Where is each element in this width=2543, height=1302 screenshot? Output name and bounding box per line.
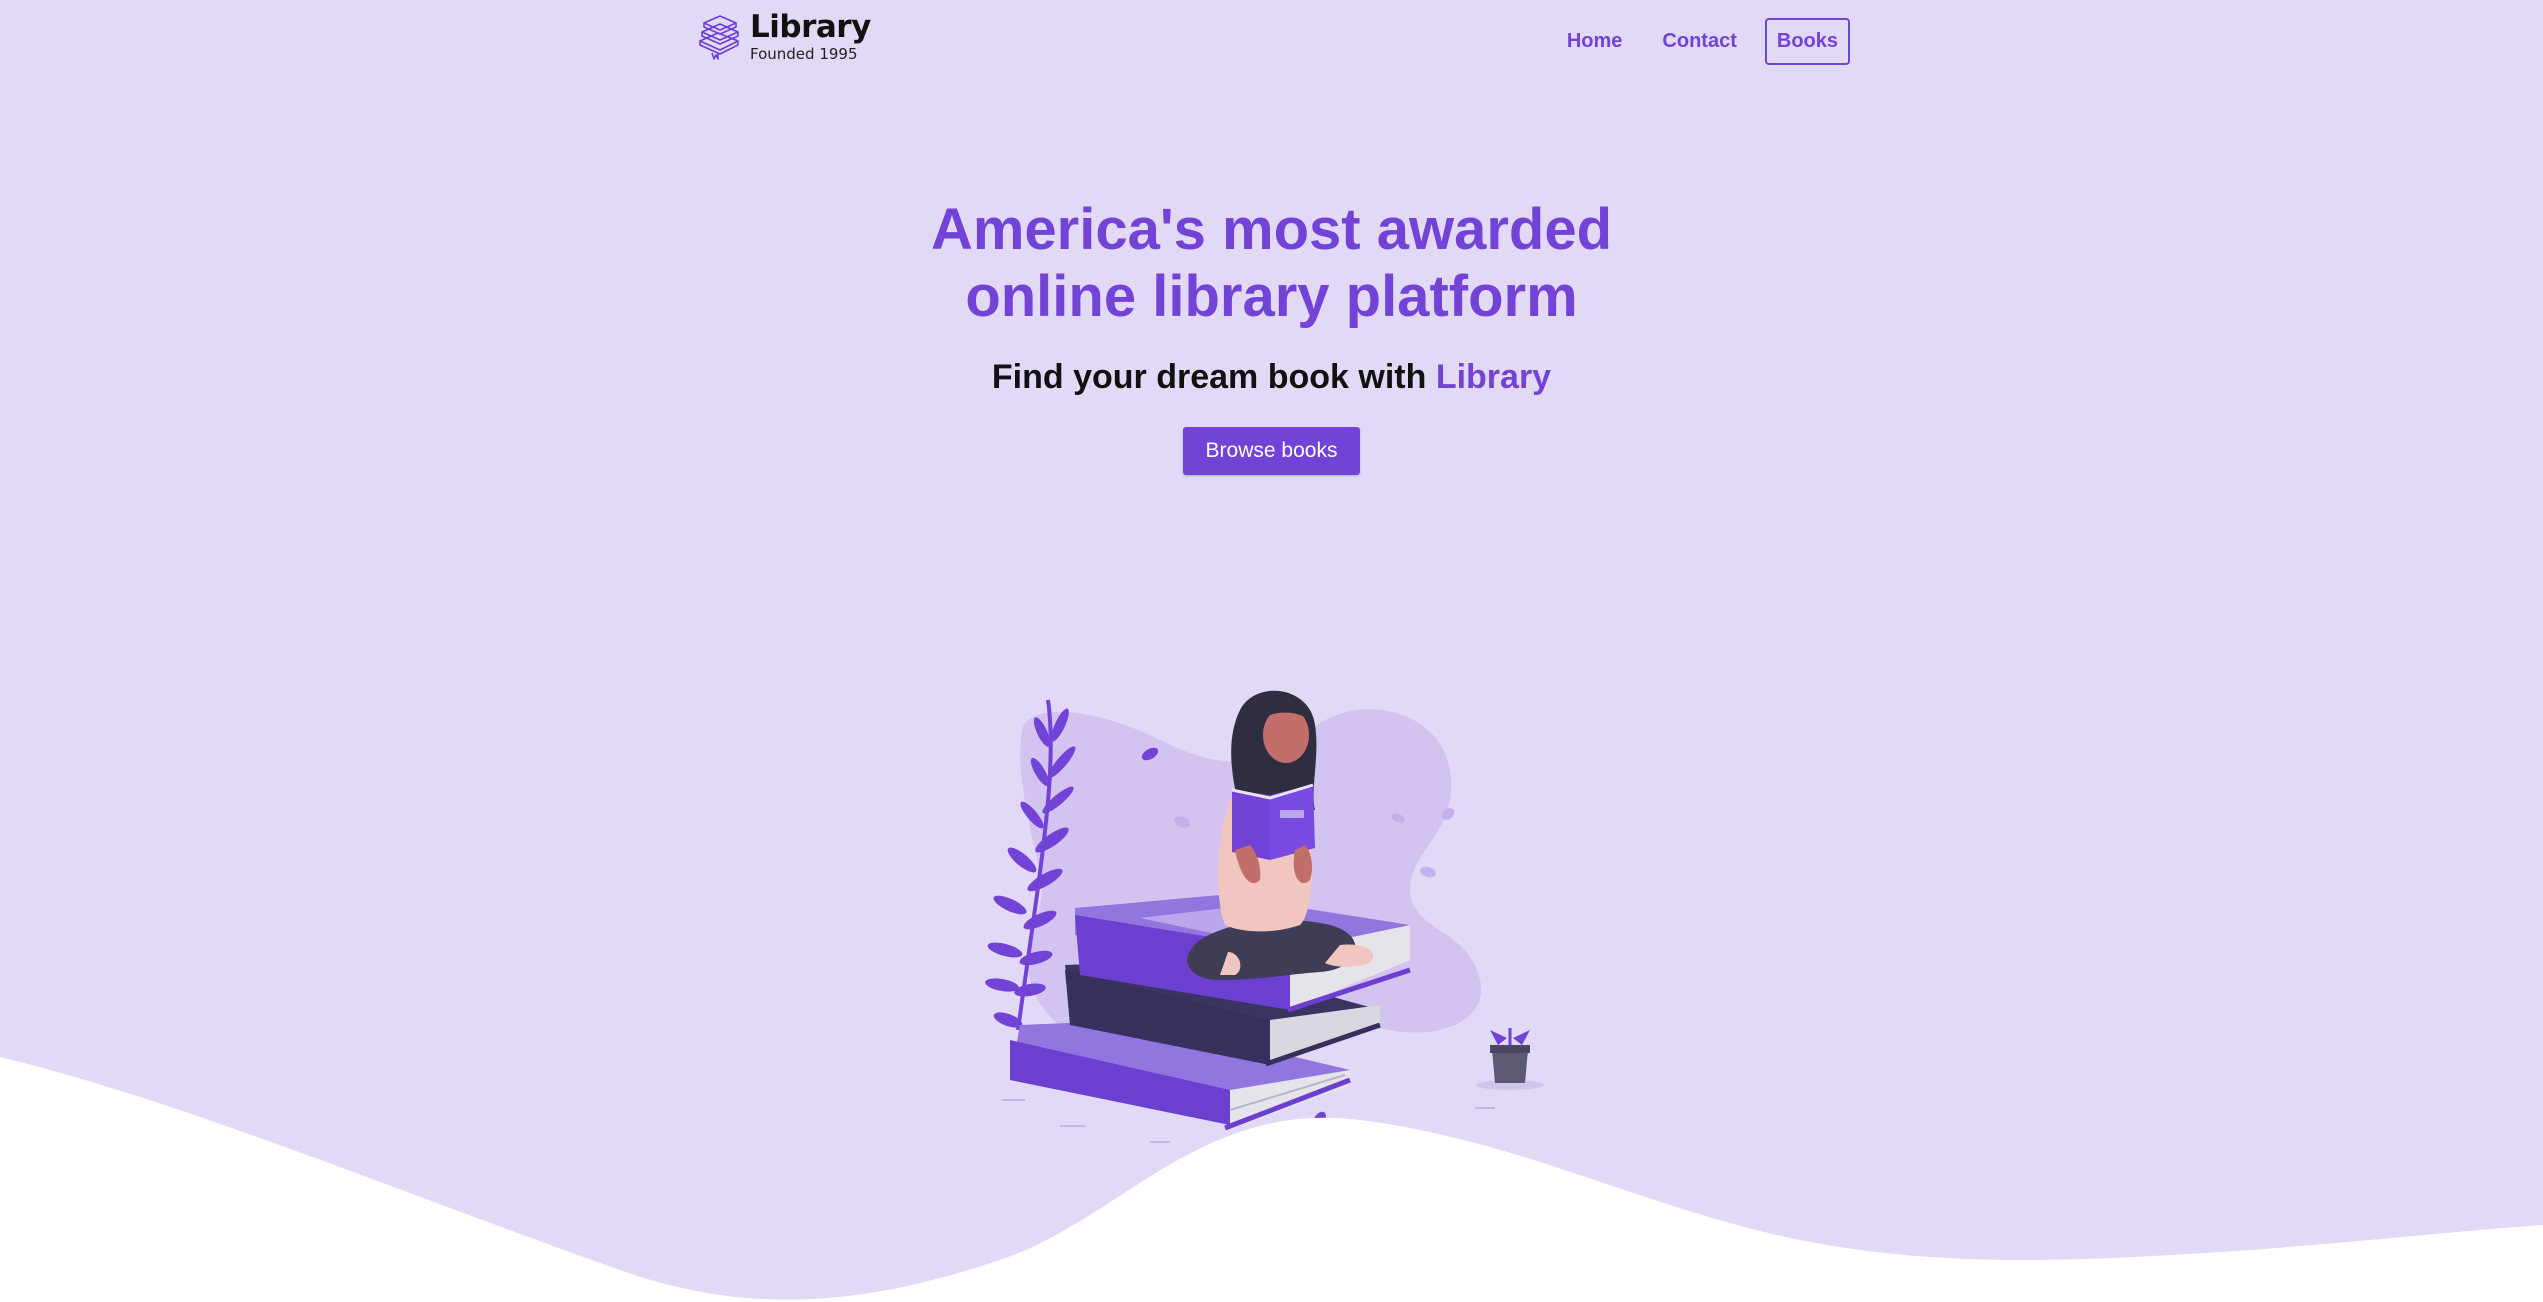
nav-link-books[interactable]: Books <box>1764 18 1850 65</box>
nav-link-contact[interactable]: Contact <box>1650 18 1748 65</box>
nav-link-home[interactable]: Home <box>1555 18 1635 65</box>
hero-subtitle: Find your dream book with Library <box>0 358 2543 397</box>
page: Library Founded 1995 Home Contact Books … <box>0 0 2543 1302</box>
stacked-books-icon <box>699 15 739 60</box>
top-nav: Library Founded 1995 Home Contact Books <box>690 0 1850 78</box>
brand-tagline: Founded 1995 <box>750 45 858 63</box>
hero-section: America's most awarded online library pl… <box>0 196 2543 475</box>
hero-subtitle-text: Find your dream book with <box>991 358 1427 396</box>
brand-name: Library <box>750 9 871 45</box>
bottom-wave-decoration <box>0 1057 2543 1302</box>
nav-links: Home Contact Books <box>1539 18 1850 65</box>
hero-title: America's most awarded online library pl… <box>0 196 2543 330</box>
browse-books-button[interactable]: Browse books <box>1182 427 1361 475</box>
hero-title-line1: America's most awarded <box>930 197 1613 262</box>
hero-subtitle-brand: Library <box>1435 358 1552 396</box>
brand-logo[interactable]: Library Founded 1995 <box>696 12 871 62</box>
hero-title-line2: online library platform <box>965 264 1578 329</box>
